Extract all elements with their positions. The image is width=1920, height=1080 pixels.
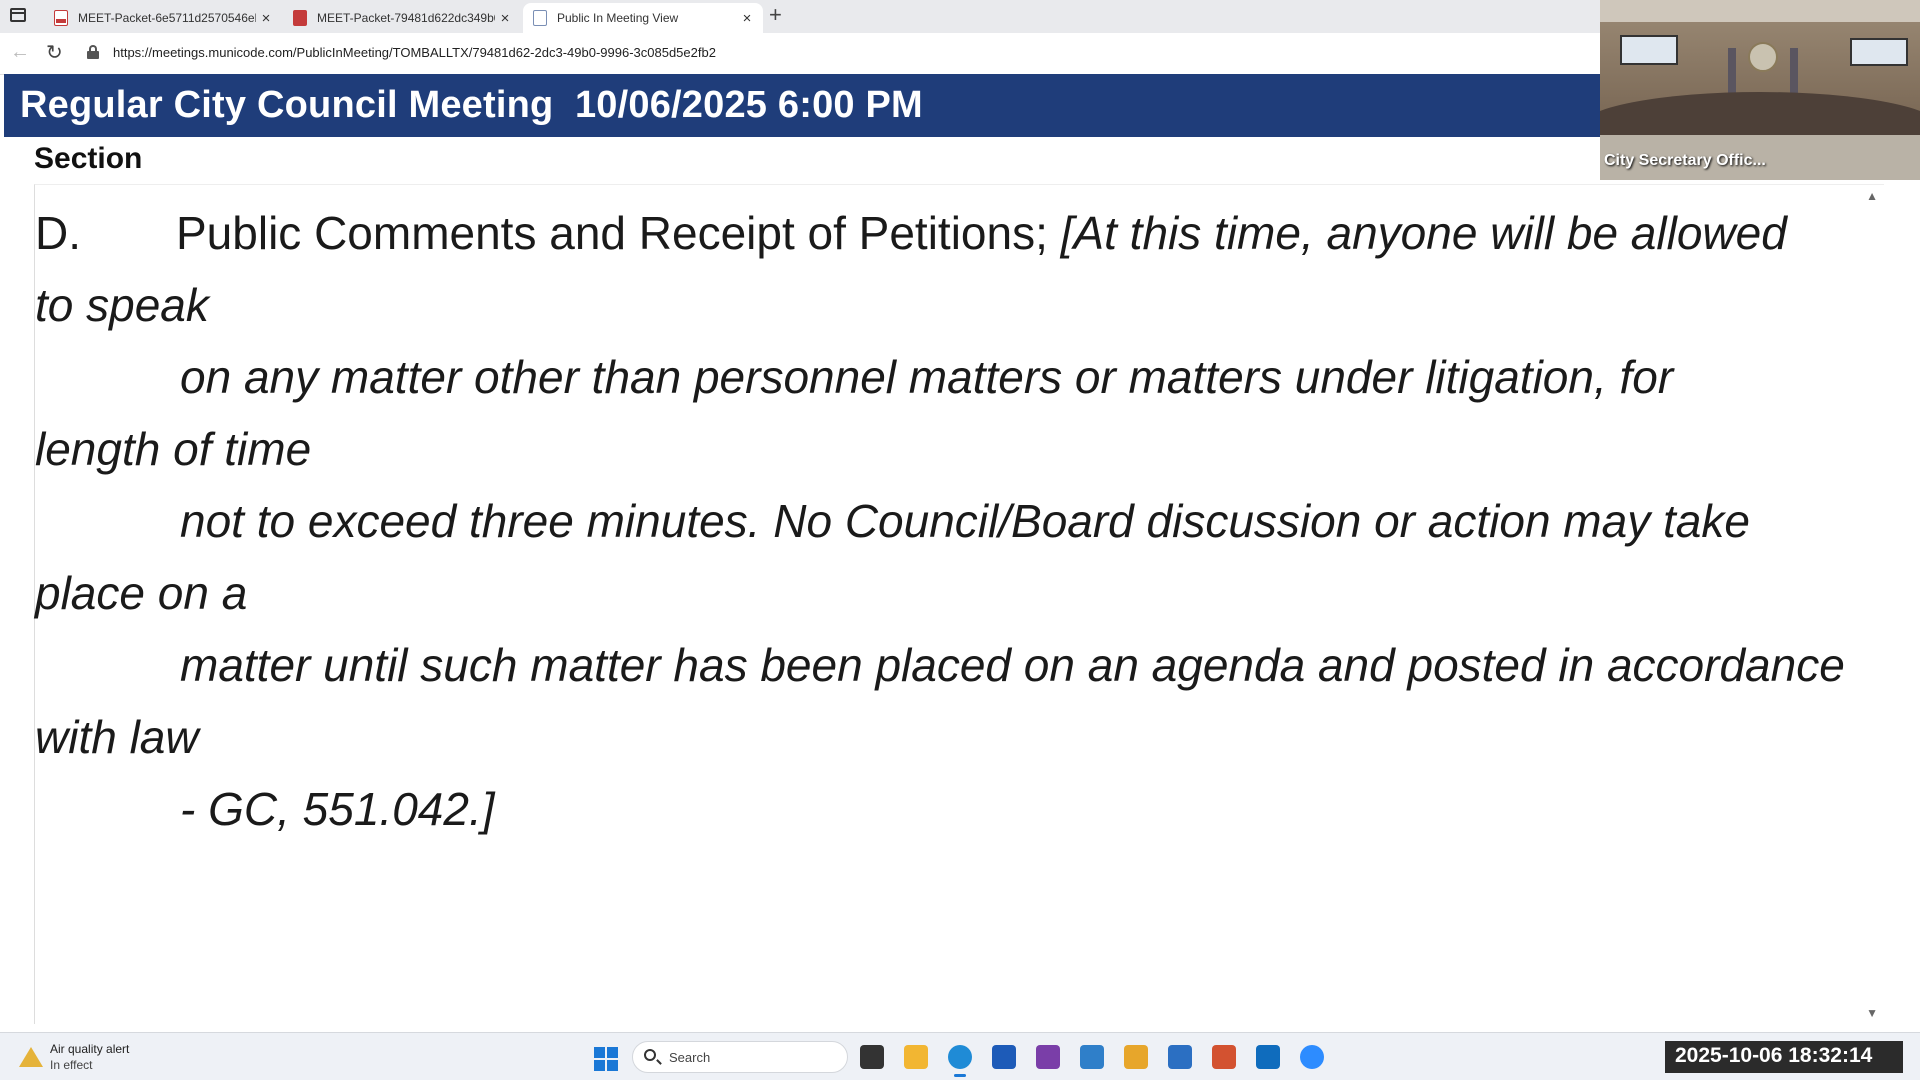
edge-icon[interactable] xyxy=(948,1045,972,1077)
new-tab-button[interactable]: + xyxy=(769,2,782,28)
close-tab-icon[interactable]: × xyxy=(495,10,515,27)
address-field[interactable]: https://meetings.municode.com/PublicInMe… xyxy=(113,45,716,60)
agenda-line: with law xyxy=(35,711,199,763)
remote-connection-icon[interactable] xyxy=(1168,1045,1192,1069)
agenda-line: - GC, 551.042.] xyxy=(180,783,495,835)
agenda-item-note: [At this time, anyone will be allowed xyxy=(1060,207,1787,259)
agenda-item-heading: Public Comments and Receipt of Petitions… xyxy=(176,207,1048,259)
file-explorer-icon[interactable] xyxy=(904,1045,928,1069)
back-button[interactable]: ← xyxy=(10,41,30,64)
tab-title: MEET-Packet-79481d622dc349b0 xyxy=(317,11,495,25)
chamber-screen-left xyxy=(1620,35,1678,65)
agenda-line: length of time xyxy=(35,423,312,475)
search-placeholder: Search xyxy=(669,1050,711,1065)
pdf-icon xyxy=(54,10,68,26)
power-automate-icon[interactable] xyxy=(1036,1045,1060,1069)
weather-alert-icon[interactable] xyxy=(19,1047,43,1067)
weather-alert-title[interactable]: Air quality alert xyxy=(50,1042,129,1056)
agenda-line: not to exceed three minutes. No Council/… xyxy=(180,495,1750,547)
weather-alert-subtitle[interactable]: In effect xyxy=(50,1058,92,1072)
powerpoint-icon[interactable] xyxy=(1212,1045,1236,1069)
city-seal-icon xyxy=(1748,42,1778,72)
section-label: Section xyxy=(34,142,143,175)
search-icon xyxy=(644,1049,656,1061)
tab-actions-icon[interactable] xyxy=(10,8,26,22)
reload-button[interactable]: ↻ xyxy=(46,40,63,65)
meeting-header: Regular City Council Meeting 10/06/2025 … xyxy=(4,74,1604,137)
flag-icon xyxy=(1728,48,1736,98)
agenda-item-code: D. xyxy=(35,207,81,259)
chamber-screen-right xyxy=(1850,38,1908,66)
tab-public-in-meeting-view[interactable]: Public In Meeting View × xyxy=(523,3,763,33)
page-icon xyxy=(533,10,547,26)
agenda-line: place on a xyxy=(35,567,248,619)
start-button[interactable] xyxy=(594,1047,618,1071)
clock[interactable]: 2025-10-06 18:32:14 xyxy=(1665,1041,1903,1073)
agenda-line: D. Public Comments and Receipt of Petitio… xyxy=(35,197,1870,269)
remote-desktop-icon[interactable] xyxy=(1080,1045,1104,1069)
agenda-item-text: D. Public Comments and Receipt of Petitio… xyxy=(35,197,1870,845)
tab-title: Public In Meeting View xyxy=(557,11,679,25)
pdf-icon xyxy=(293,10,307,26)
tab-meet-packet-1[interactable]: MEET-Packet-6e5711d2570546eb × xyxy=(44,3,282,33)
site-info-icon[interactable] xyxy=(87,45,99,59)
scroll-up-arrow-icon[interactable]: ▲ xyxy=(1866,189,1878,203)
store-icon[interactable] xyxy=(992,1045,1016,1069)
participant-name: City Secretary Offic... xyxy=(1604,152,1766,169)
agenda-line: to speak xyxy=(35,279,209,331)
taskbar: Air quality alert In effect Search 2025-… xyxy=(0,1032,1920,1080)
zoom-icon[interactable] xyxy=(1300,1045,1324,1069)
scroll-down-arrow-icon[interactable]: ▼ xyxy=(1866,1006,1878,1020)
agenda-content-pane[interactable]: D. Public Comments and Receipt of Petitio… xyxy=(34,184,1884,1024)
close-tab-icon[interactable]: × xyxy=(256,10,276,27)
outlook-icon[interactable] xyxy=(1256,1045,1280,1069)
flag-icon xyxy=(1790,48,1798,98)
video-feed[interactable]: City Secretary Offic... xyxy=(1600,0,1920,180)
close-tab-icon[interactable]: × xyxy=(737,10,757,27)
task-view-icon[interactable] xyxy=(860,1045,884,1069)
tab-title: MEET-Packet-6e5711d2570546eb xyxy=(78,11,256,25)
notes-icon[interactable] xyxy=(1124,1045,1148,1069)
taskbar-search-box[interactable]: Search xyxy=(632,1041,848,1073)
tab-meet-packet-2[interactable]: MEET-Packet-79481d622dc349b0 × xyxy=(283,3,521,33)
agenda-line: matter until such matter has been placed… xyxy=(180,639,1845,691)
page-title: Regular City Council Meeting 10/06/2025 … xyxy=(20,84,923,126)
agenda-line: on any matter other than personnel matte… xyxy=(180,351,1674,403)
